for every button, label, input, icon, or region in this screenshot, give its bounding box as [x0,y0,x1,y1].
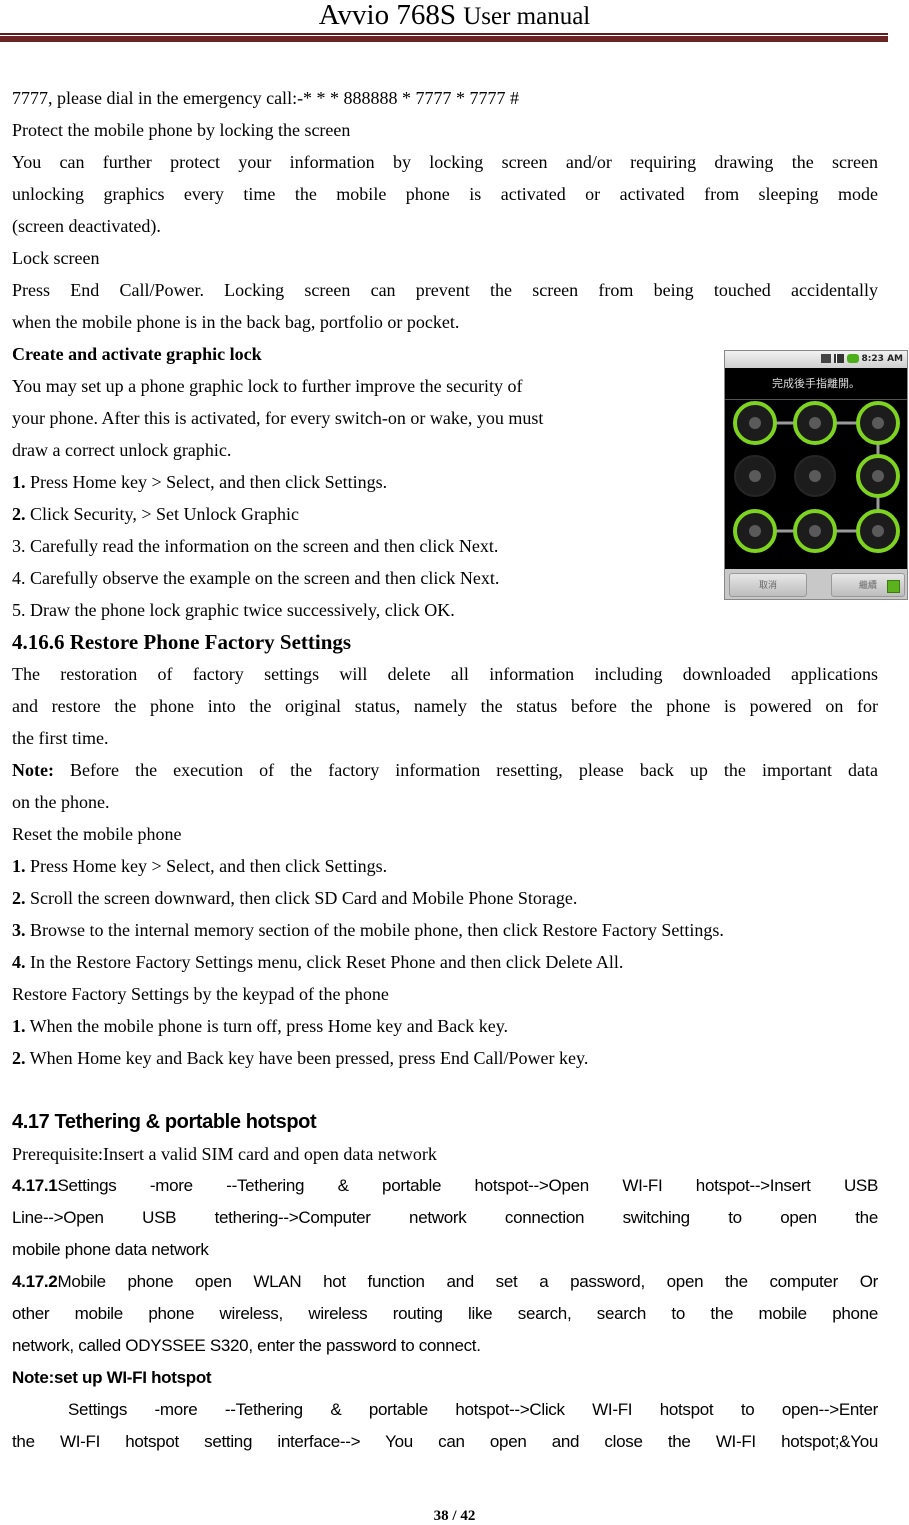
list-item: 2. When Home key and Back key have been … [12,1042,878,1074]
list-item: 2. Scroll the screen downward, then clic… [12,882,878,914]
section-heading: 4.17 Tethering & portable hotspot [12,1111,317,1133]
page-header: Avvio 768S User manual [0,0,909,32]
list-number: 1. [12,472,26,492]
list-number: 2. [12,1048,26,1068]
list-text: Press Home key > Select, and then click … [25,472,388,492]
paragraph-line: and restore the phone into the original … [12,696,878,716]
list-item: 4. In the Restore Factory Settings menu,… [12,946,878,978]
list-number: 1. [12,856,26,876]
phone-button-bar: 取消 繼續 [725,569,907,599]
list-number: 2. [12,888,26,908]
paragraph-line: other mobile phone wireless, wireless ro… [12,1304,878,1323]
pattern-dot-active [733,401,777,445]
paragraph-line: when the mobile phone is in the back bag… [12,312,460,332]
paragraph-line: Line-->Open USB tethering-->Computer net… [12,1208,878,1227]
subheading: Reset the mobile phone [12,824,182,844]
note-label: Note: [12,760,54,780]
list-text: Scroll the screen downward, then click S… [25,888,578,908]
list-text: In the Restore Factory Settings menu, cl… [25,952,624,972]
step-number: 4.17.2 [12,1272,58,1291]
subheading: Lock screen [12,248,100,268]
list-number: 4. [12,952,26,972]
phone-continue-label: 繼續 [858,581,877,591]
pattern-dot-inactive [794,455,836,497]
step-number: 4.17.1 [12,1176,58,1195]
pattern-dot-active [856,454,900,498]
paragraph-line: Prerequisite:Insert a valid SIM card and… [12,1144,437,1164]
phone-continue-button: 繼續 [831,573,905,597]
paragraph-line: the WI-FI hotspot setting interface--> Y… [12,1432,878,1451]
header-rule-thin [0,33,888,35]
step-text: Settings -more --Tethering & portable ho… [57,1176,878,1195]
header-rule-thick [0,36,888,42]
section-heading: 4.16.6 Restore Phone Factory Settings [12,630,352,654]
list-text: Click Security, > Set Unlock Graphic [25,504,299,524]
paragraph-line: Settings -more --Tethering & portable ho… [68,1400,878,1419]
pattern-dot-active [733,509,777,553]
note-line: Note: Before the execution of the factor… [12,754,878,786]
page-number: 38 / 42 [433,1508,476,1524]
paragraph-line: 4.17.2Mobile phone open WLAN hot functio… [12,1266,878,1298]
list-text: When Home key and Back key have been pre… [25,1048,589,1068]
arrow-right-icon [887,580,900,593]
paragraph-line: The restoration of factory settings will… [12,664,878,684]
list-item: 1. Press Home key > Select, and then cli… [12,850,878,882]
paragraph-line: unlocking graphics every time the mobile… [12,184,878,204]
paragraph-line: on the phone. [12,792,110,812]
paragraph-line: 4.17.1Settings -more --Tethering & porta… [12,1170,878,1202]
pattern-dot-inactive [734,455,776,497]
list-text: Browse to the internal memory section of… [25,920,724,940]
paragraph-line: network, called ODYSSEE S320, enter the … [12,1336,481,1355]
note-heading: Note:set up WI-FI hotspot [12,1368,212,1387]
list-number: 2. [12,504,26,524]
pattern-dot-active [793,509,837,553]
paragraph-line: Press End Call/Power. Locking screen can… [12,280,878,300]
subheading: Protect the mobile phone by locking the … [12,120,351,140]
subheading: Restore Factory Settings by the keypad o… [12,984,389,1004]
list-text: When the mobile phone is turn off, press… [25,1016,509,1036]
list-text: Press Home key > Select, and then click … [25,856,388,876]
step-text: Mobile phone open WLAN hot function and … [57,1272,878,1291]
note-text: Before the execution of the factory info… [53,760,878,780]
paragraph-line: You can further protect your information… [12,152,878,172]
page-content: 7777, please dial in the emergency call:… [12,82,878,1458]
phone-screenshot: 8:23 AM 完成後手指離開。 取消 繼續 [724,350,908,600]
list-number: 1. [12,1016,26,1036]
paragraph-line: (screen deactivated). [12,216,161,236]
paragraph-line: the first time. [12,728,109,748]
phone-cancel-button: 取消 [729,573,807,597]
header-title: User manual [463,3,591,30]
pattern-dot-active [856,509,900,553]
phone-cancel-label: 取消 [758,581,777,591]
paragraph-line: mobile phone data network [12,1240,209,1259]
paragraph-line: 7777, please dial in the emergency call:… [12,88,520,108]
header-model: Avvio 768S [318,0,456,31]
pattern-dot-active [793,401,837,445]
pattern-dot-active [856,401,900,445]
unlock-pattern-grid [733,401,900,553]
list-number: 3. [12,920,26,940]
list-item: 1. When the mobile phone is turn off, pr… [12,1010,878,1042]
list-item: 3. Browse to the internal memory section… [12,914,878,946]
